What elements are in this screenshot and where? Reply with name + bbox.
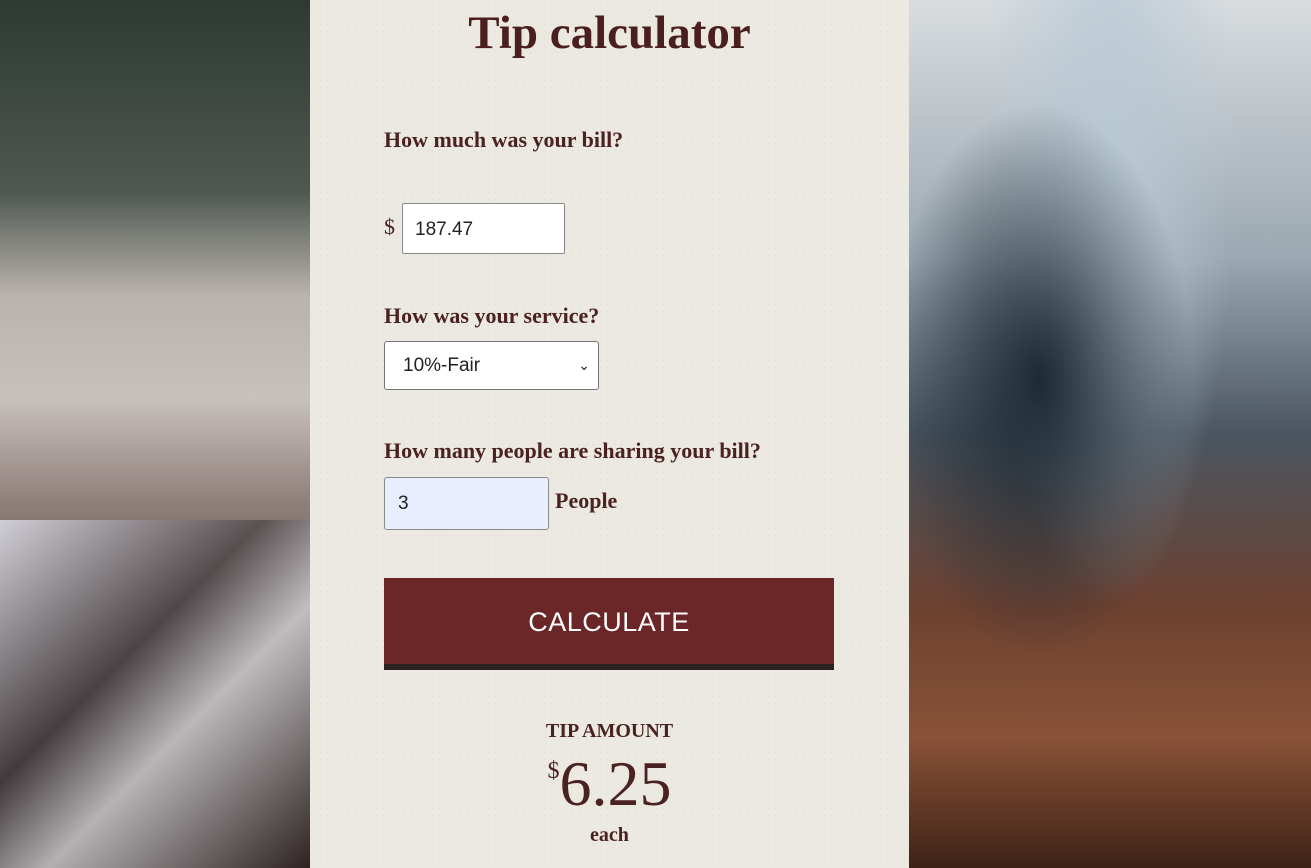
tip-amount-label: TIP AMOUNT [545, 720, 674, 742]
bill-label: How much was your bill? [384, 127, 624, 152]
tip-calculator-panel: Tip calculator How much was your bill? $… [310, 0, 909, 868]
bill-amount-input[interactable]: 187.47 [402, 203, 565, 254]
bill-currency-symbol: $ [384, 214, 395, 239]
background-left-photo [0, 0, 310, 868]
tip-currency-symbol: $ [547, 758, 560, 784]
tip-each-label: each [590, 824, 629, 846]
tip-amount-display: $6.25 [310, 748, 909, 820]
service-quality-select[interactable]: 10%-Fair ⌄ [384, 341, 599, 390]
page-title: Tip calculator [468, 7, 751, 59]
service-label: How was your service? [384, 303, 600, 328]
chevron-down-icon: ⌄ [578, 357, 590, 373]
service-selected-value: 10%-Fair [403, 355, 481, 376]
people-unit-label: People [555, 488, 618, 513]
people-label: How many people are sharing your bill? [384, 438, 761, 463]
tip-amount-value: 6.25 [559, 748, 672, 819]
background-right-photo [909, 0, 1311, 868]
calculate-button[interactable]: CALCULATE [384, 578, 834, 670]
people-count-input[interactable]: 3 [384, 477, 549, 530]
